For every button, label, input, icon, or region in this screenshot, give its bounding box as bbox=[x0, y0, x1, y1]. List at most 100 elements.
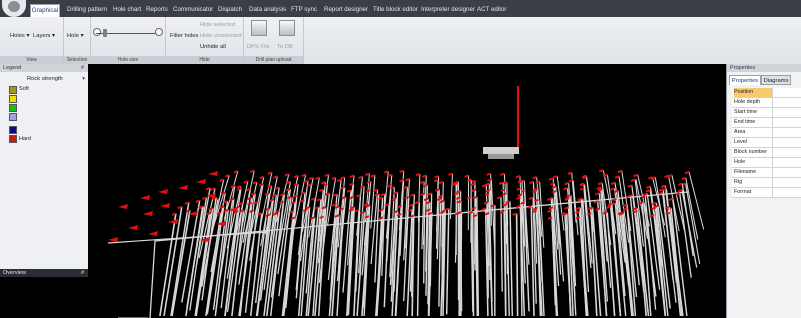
hole-collar-marker bbox=[651, 201, 657, 206]
zoom-in-icon[interactable] bbox=[155, 28, 163, 36]
hole-collar-marker bbox=[618, 212, 624, 216]
drill-hole-line bbox=[685, 177, 699, 240]
property-row-end-time[interactable]: End time bbox=[732, 118, 801, 128]
hole-collar-marker bbox=[606, 205, 612, 209]
drill-hole-scene[interactable] bbox=[88, 64, 726, 318]
tab-diagrams[interactable]: Diagrams bbox=[761, 75, 791, 85]
legend-panel: Legend # Rock strength ▾ Soft Hard bbox=[0, 64, 89, 269]
zoom-out-icon[interactable] bbox=[93, 28, 101, 36]
drill-hole-line bbox=[445, 208, 450, 315]
hole-collar-marker bbox=[293, 183, 299, 187]
hole-collar-marker bbox=[208, 171, 218, 176]
hole-collar-marker bbox=[598, 169, 604, 173]
hole-collar-marker bbox=[596, 186, 602, 190]
hole-collar-marker bbox=[348, 196, 354, 200]
dps-file-icon[interactable] bbox=[251, 20, 267, 36]
property-row-area[interactable]: Area bbox=[732, 128, 801, 138]
hole-collar-marker bbox=[505, 200, 511, 204]
hide-selected-button[interactable]: Hide selected bbox=[200, 22, 235, 28]
tab-properties[interactable]: Properties bbox=[729, 75, 761, 85]
hole-collar-marker bbox=[178, 185, 188, 190]
legend-title: Legend bbox=[0, 64, 88, 72]
tab-dispatch[interactable]: Dispatch bbox=[218, 4, 242, 16]
hole-collar-marker bbox=[171, 212, 177, 216]
hole-collar-marker bbox=[243, 180, 249, 184]
filter-holes-button[interactable]: Filter holes bbox=[170, 33, 198, 39]
hole-collar-marker bbox=[455, 196, 461, 200]
hole-collar-marker bbox=[274, 186, 280, 190]
property-row-rig[interactable]: Rig bbox=[732, 178, 801, 188]
hole-collar-marker bbox=[224, 174, 230, 178]
hole-collar-marker bbox=[532, 175, 537, 180]
property-row-start-time[interactable]: Start time bbox=[732, 108, 801, 118]
to-db-icon[interactable] bbox=[279, 20, 295, 36]
hole-collar-marker bbox=[627, 184, 633, 188]
property-name: Hole bbox=[734, 158, 773, 167]
chevron-down-icon[interactable]: ▾ bbox=[82, 76, 85, 82]
tab-hole-chart[interactable]: Hole chart bbox=[113, 4, 141, 16]
to-db-button[interactable]: To DB bbox=[277, 44, 293, 50]
hole-collar-marker bbox=[370, 174, 376, 178]
tab-ftp-sync[interactable]: FTP sync bbox=[291, 4, 317, 16]
property-row-block-number[interactable]: Block number bbox=[732, 148, 801, 158]
dps-file-button[interactable]: DPS File bbox=[247, 44, 270, 50]
property-row-hole[interactable]: Hole bbox=[732, 158, 801, 168]
holes-dropdown[interactable]: Holes ▾ bbox=[10, 33, 29, 39]
hole-collar-marker bbox=[563, 186, 568, 191]
tab-data-analysis[interactable]: Data analysis bbox=[249, 4, 286, 16]
pin-icon[interactable]: # bbox=[81, 269, 84, 277]
tab-graphical[interactable]: Graphical bbox=[30, 4, 60, 17]
property-row-format[interactable]: Format bbox=[732, 188, 801, 198]
hole-collar-marker bbox=[246, 187, 251, 192]
hole-collar-marker bbox=[645, 189, 651, 193]
hole-collar-marker bbox=[425, 208, 431, 212]
tab-interpreter-designer[interactable]: Interpreter designer bbox=[421, 4, 475, 16]
hole-collar-marker bbox=[552, 190, 557, 194]
hole-collar-marker bbox=[630, 178, 636, 183]
tab-report-designer[interactable]: Report designer bbox=[324, 4, 368, 16]
hole-collar-marker bbox=[290, 216, 296, 220]
hole-collar-marker bbox=[423, 183, 428, 188]
hole-collar-marker bbox=[118, 204, 128, 209]
hole-collar-marker bbox=[582, 176, 587, 180]
hole-collar-marker bbox=[434, 175, 439, 179]
ribbon-group-drill-plan-upload: DPS File To DB Drill plan upload bbox=[244, 17, 304, 64]
property-name: Format bbox=[734, 188, 773, 197]
hole-collar-marker bbox=[456, 189, 461, 194]
hole-collar-marker bbox=[158, 189, 168, 194]
hole-collar-marker bbox=[303, 179, 309, 184]
hole-collar-marker bbox=[468, 210, 474, 215]
tab-act-editor[interactable]: ACT editor bbox=[477, 4, 506, 16]
tab-title-block-editor[interactable]: Title block editor bbox=[373, 4, 418, 16]
3d-viewport[interactable] bbox=[88, 64, 726, 318]
hole-collar-marker bbox=[498, 181, 504, 185]
tab-reports[interactable]: Reports bbox=[146, 4, 168, 16]
hole-collar-marker bbox=[272, 212, 277, 216]
app-menu-button[interactable] bbox=[2, 0, 26, 17]
tab-drilling-pattern[interactable]: Drilling pattern bbox=[67, 4, 107, 16]
property-row-position[interactable]: Position bbox=[732, 88, 801, 98]
layers-dropdown[interactable]: Layers ▾ bbox=[33, 33, 55, 39]
pin-icon[interactable]: # bbox=[81, 64, 84, 72]
hole-collar-marker bbox=[205, 186, 211, 191]
property-grid: Position Hole depth Start time End time … bbox=[732, 88, 801, 198]
legend-swatch-yellow bbox=[9, 95, 17, 103]
hide-unselected-button[interactable]: Hide unselected bbox=[200, 33, 242, 39]
hole-collar-marker bbox=[308, 176, 314, 181]
property-row-hole-depth[interactable]: Hole depth bbox=[732, 98, 801, 108]
property-row-level[interactable]: Level bbox=[732, 138, 801, 148]
hole-collar-marker bbox=[439, 199, 445, 204]
hole-dropdown[interactable]: Hole ▾ bbox=[67, 33, 83, 39]
hole-collar-marker bbox=[318, 188, 324, 193]
hole-collar-marker bbox=[305, 206, 310, 210]
tab-communicator[interactable]: Communicator bbox=[173, 4, 213, 16]
unhide-all-button[interactable]: Unhide all bbox=[200, 44, 226, 50]
hole-collar-marker bbox=[410, 193, 415, 197]
slider-thumb[interactable] bbox=[103, 29, 107, 37]
hole-collar-marker bbox=[265, 207, 270, 212]
hole-collar-marker bbox=[346, 189, 352, 193]
hole-collar-marker bbox=[500, 188, 506, 192]
hole-collar-marker bbox=[535, 180, 541, 184]
property-row-filename[interactable]: Filename bbox=[732, 168, 801, 178]
hole-collar-marker bbox=[236, 187, 242, 191]
